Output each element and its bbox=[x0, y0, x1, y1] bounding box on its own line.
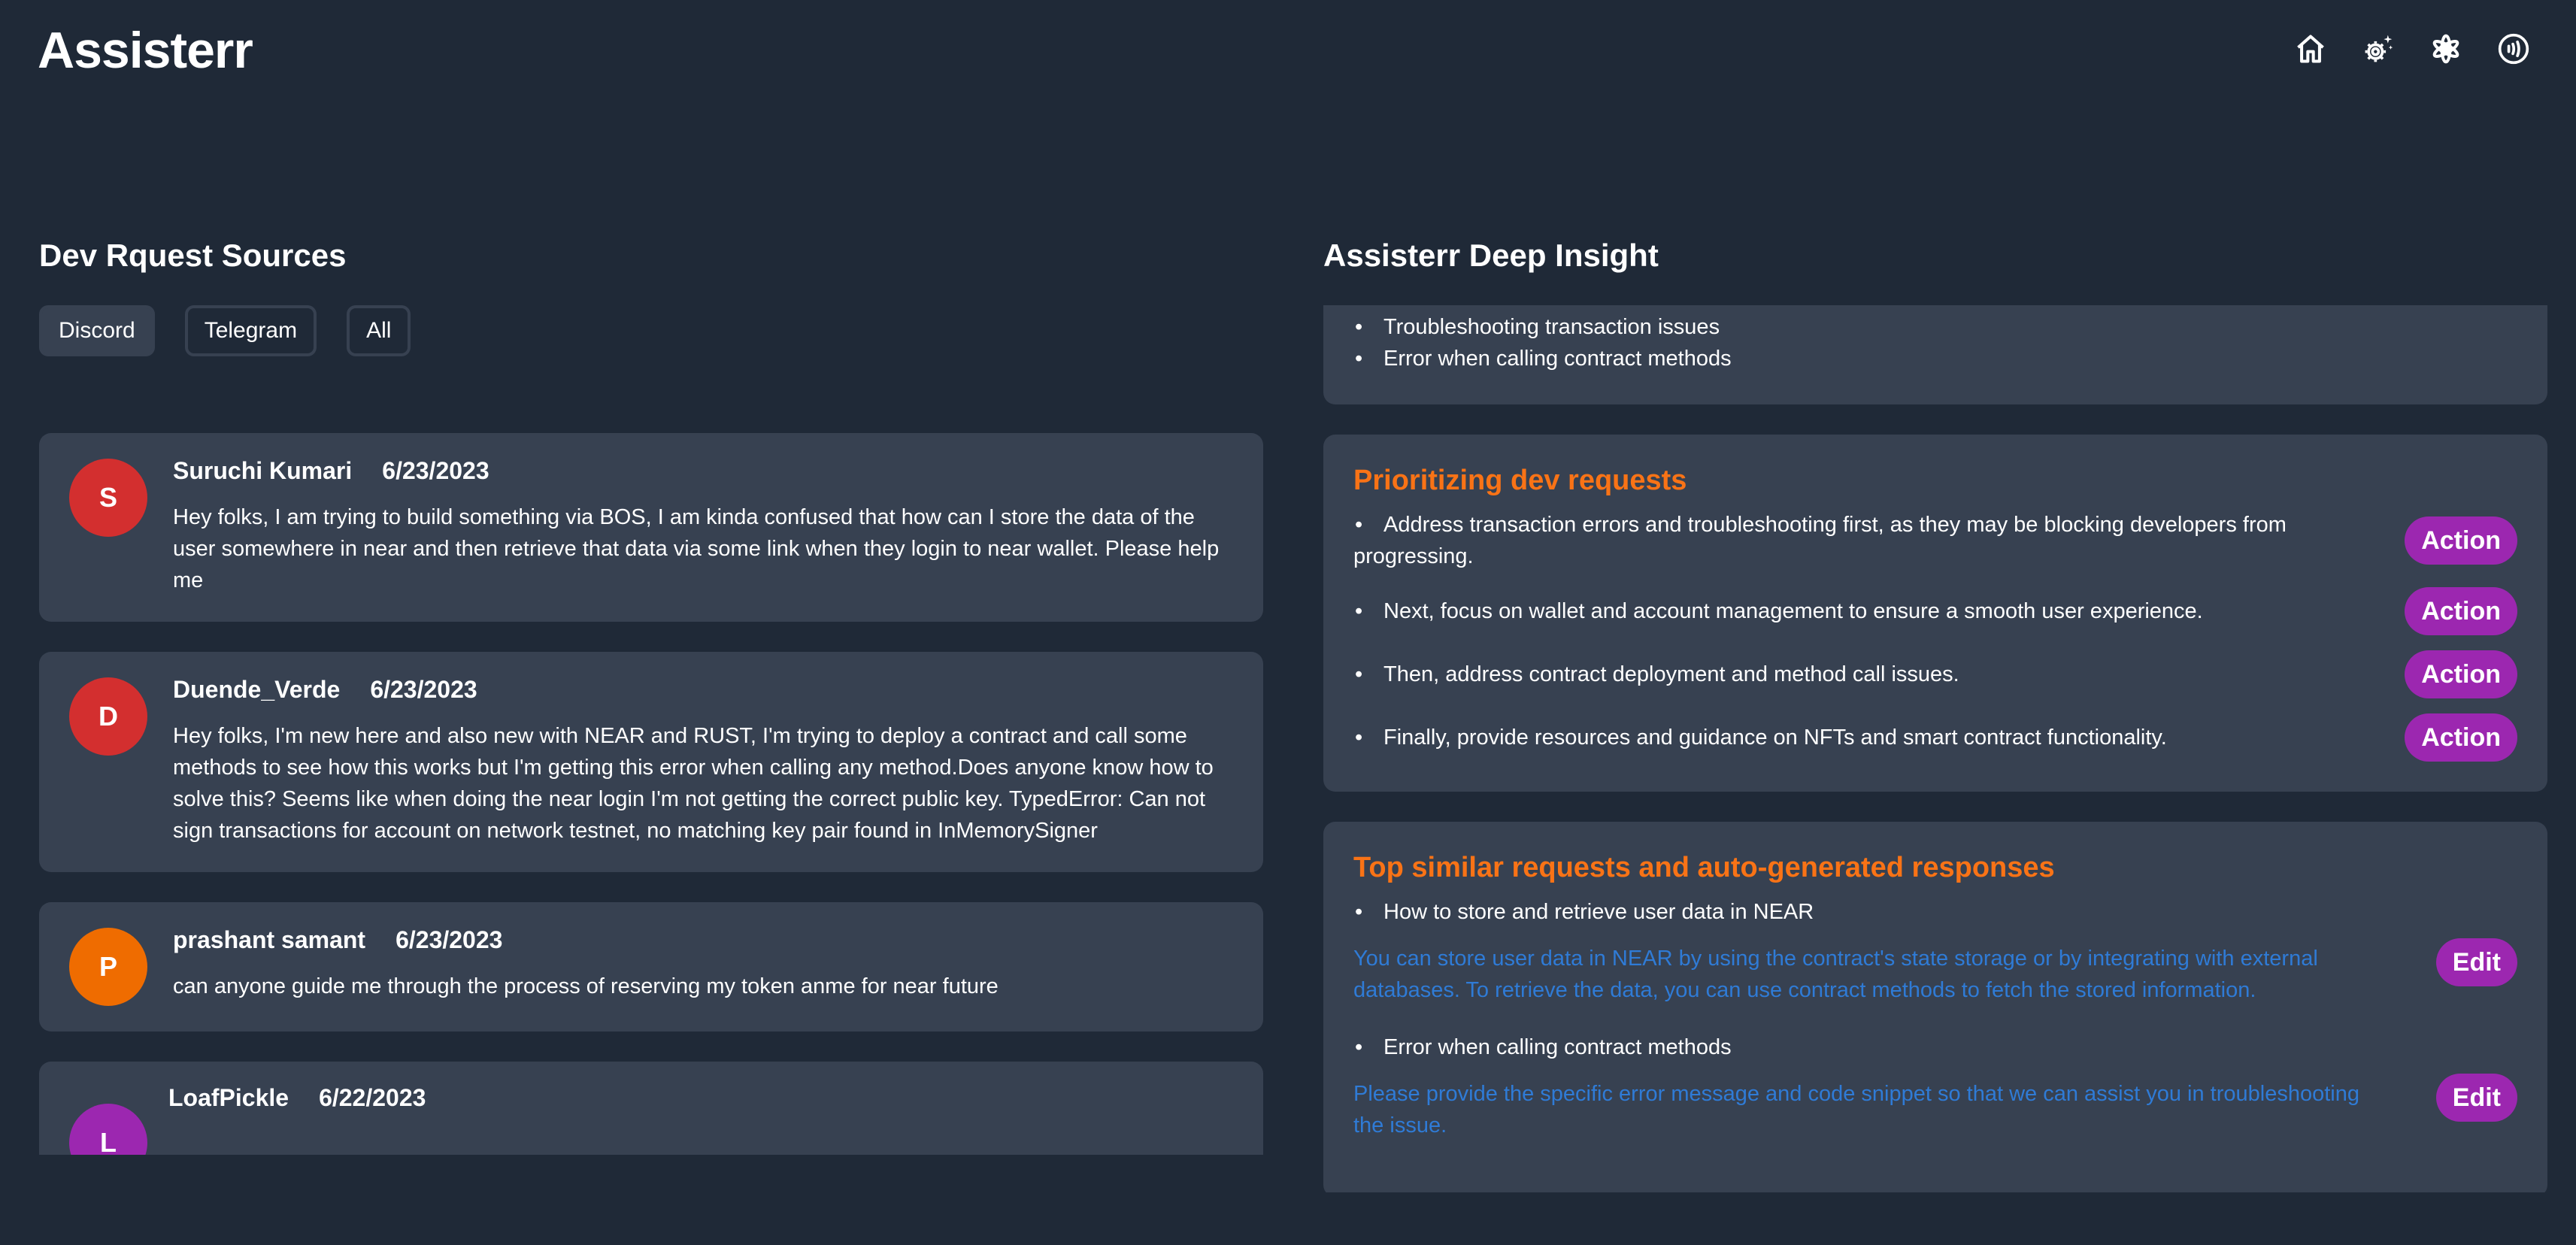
message-text: can anyone guide me through the process … bbox=[173, 974, 999, 998]
insight-panel[interactable]: Troubleshooting transaction issues Error… bbox=[1323, 305, 2547, 1192]
action-button[interactable]: Action bbox=[2405, 516, 2517, 565]
priority-text: Finally, provide resources and guidance … bbox=[1353, 722, 2382, 753]
prioritizing-card: Prioritizing dev requests Address transa… bbox=[1323, 435, 2547, 792]
right-section-title: Assisterr Deep Insight bbox=[1323, 238, 1659, 273]
message-date: 6/23/2023 bbox=[382, 457, 489, 484]
edit-button[interactable]: Edit bbox=[2435, 938, 2517, 986]
message-card[interactable]: D Duende_Verde 6/23/2023 Hey folks, I'm … bbox=[39, 652, 1263, 872]
message-card[interactable]: P prashant samant 6/23/2023 can anyone g… bbox=[39, 902, 1263, 1031]
filter-discord[interactable]: Discord bbox=[39, 305, 155, 356]
top-bar: Assisterr bbox=[0, 0, 2576, 105]
message-author: Suruchi Kumari bbox=[173, 457, 353, 484]
similar-requests-card: Top similar requests and auto-generated … bbox=[1323, 822, 2547, 1192]
priority-text: Then, address contract deployment and me… bbox=[1353, 659, 2382, 690]
auto-response: You can store user data in NEAR by using… bbox=[1353, 947, 2318, 1002]
topic-item: Error when calling contract methods bbox=[1353, 343, 2517, 374]
priority-item: Address transaction errors and troublesh… bbox=[1353, 509, 2517, 572]
message-card[interactable]: S Suruchi Kumari 6/23/2023 Hey folks, I … bbox=[39, 433, 1263, 622]
avatar: D bbox=[69, 677, 147, 756]
request-list[interactable]: S Suruchi Kumari 6/23/2023 Hey folks, I … bbox=[39, 433, 1263, 1155]
filter-telegram[interactable]: Telegram bbox=[184, 305, 317, 356]
avatar: P bbox=[69, 928, 147, 1006]
topic-item: Troubleshooting transaction issues bbox=[1353, 311, 2517, 343]
edit-button[interactable]: Edit bbox=[2435, 1074, 2517, 1122]
contactless-icon[interactable] bbox=[2496, 32, 2531, 66]
auto-response: Please provide the specific error messag… bbox=[1353, 1082, 2359, 1137]
response-row: You can store user data in NEAR by using… bbox=[1353, 938, 2517, 1006]
left-section-title: Dev Rquest Sources bbox=[39, 238, 347, 273]
message-date: 6/23/2023 bbox=[395, 926, 503, 953]
topics-card: Troubleshooting transaction issues Error… bbox=[1323, 305, 2547, 404]
filter-all[interactable]: All bbox=[347, 305, 411, 356]
nav-icons bbox=[2293, 32, 2531, 66]
action-button[interactable]: Action bbox=[2405, 587, 2517, 635]
message-date: 6/23/2023 bbox=[370, 676, 477, 703]
message-text: Hey folks, I am trying to build somethin… bbox=[173, 505, 1220, 592]
app-logo[interactable]: Assisterr bbox=[38, 21, 253, 80]
action-button[interactable]: Action bbox=[2405, 713, 2517, 762]
priority-item: Next, focus on wallet and account manage… bbox=[1353, 587, 2517, 635]
message-text: Hey folks, I'm new here and also new wit… bbox=[173, 724, 1214, 843]
prioritizing-title: Prioritizing dev requests bbox=[1353, 465, 1687, 496]
message-date: 6/22/2023 bbox=[319, 1084, 426, 1111]
priority-item: Then, address contract deployment and me… bbox=[1353, 650, 2517, 698]
source-filters: Discord Telegram All bbox=[39, 305, 411, 356]
priority-item: Finally, provide resources and guidance … bbox=[1353, 713, 2517, 762]
avatar: L bbox=[69, 1104, 147, 1155]
similar-request: How to store and retrieve user data in N… bbox=[1353, 896, 2517, 928]
avatar: S bbox=[69, 459, 147, 537]
similar-request: Error when calling contract methods bbox=[1353, 1031, 2517, 1063]
action-button[interactable]: Action bbox=[2405, 650, 2517, 698]
response-row: Please provide the specific error messag… bbox=[1353, 1074, 2517, 1141]
home-icon[interactable] bbox=[2293, 32, 2328, 66]
settings-sparkle-icon[interactable] bbox=[2361, 32, 2396, 66]
message-card[interactable]: L LoafPickle 6/22/2023 bbox=[39, 1062, 1263, 1155]
priority-text: Next, focus on wallet and account manage… bbox=[1353, 595, 2382, 627]
similar-requests-title: Top similar requests and auto-generated … bbox=[1353, 852, 2055, 883]
priority-text: Address transaction errors and troublesh… bbox=[1353, 509, 2382, 572]
message-author: prashant samant bbox=[173, 926, 366, 953]
message-author: Duende_Verde bbox=[173, 676, 341, 703]
message-author: LoafPickle bbox=[168, 1084, 289, 1111]
atom-flower-icon[interactable] bbox=[2429, 32, 2463, 66]
